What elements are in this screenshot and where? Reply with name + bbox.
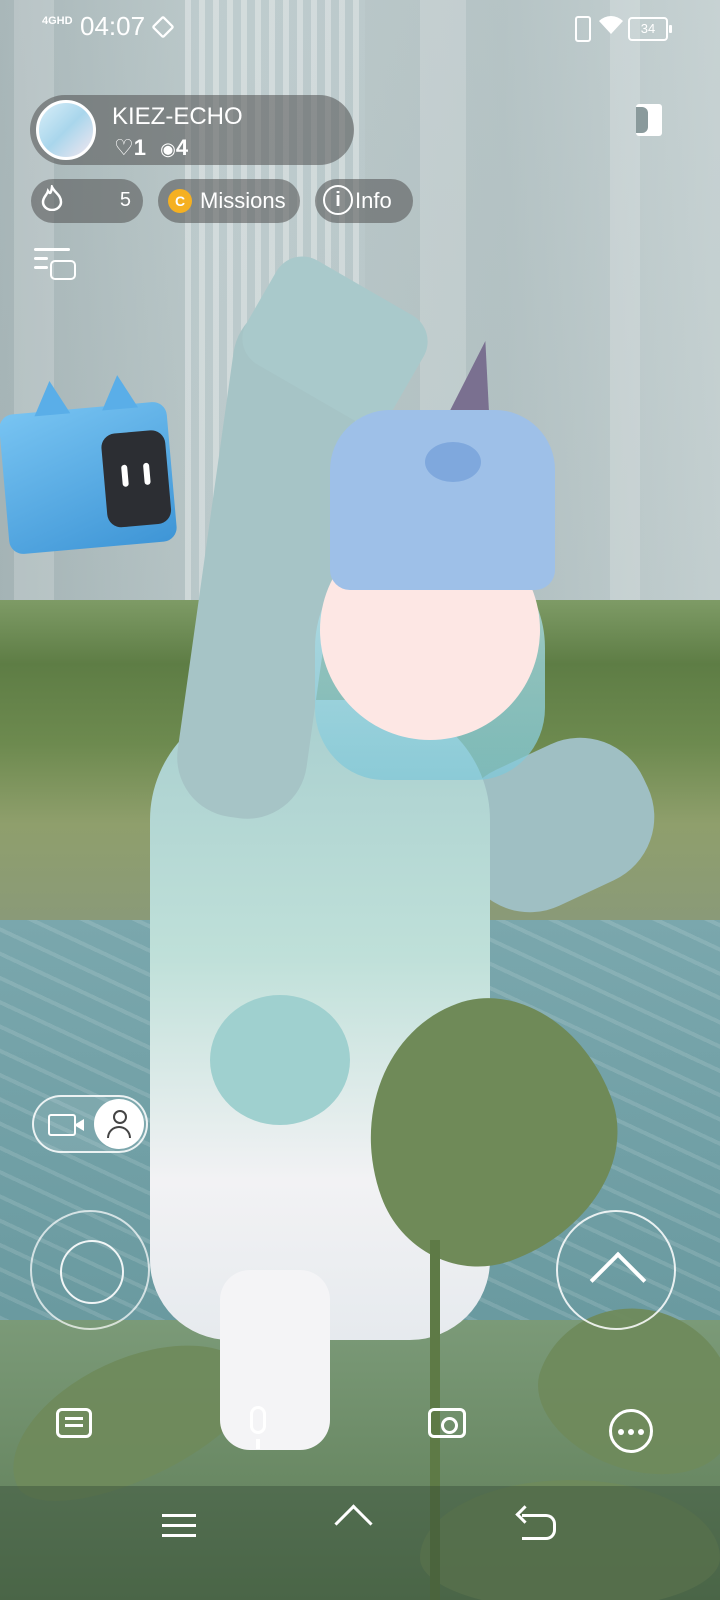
character-legs bbox=[220, 1270, 330, 1450]
cube-eye bbox=[142, 462, 151, 486]
person-body bbox=[107, 1126, 131, 1138]
menu-icon[interactable] bbox=[162, 1514, 196, 1538]
location-icon bbox=[151, 15, 175, 39]
line bbox=[34, 266, 48, 269]
home-icon[interactable] bbox=[336, 1510, 370, 1540]
coin-icon: C bbox=[168, 189, 192, 213]
info-icon: i bbox=[323, 185, 353, 215]
character-hat bbox=[330, 410, 555, 590]
video-camera-icon[interactable] bbox=[48, 1114, 84, 1136]
heart-icon: ♡ bbox=[114, 135, 134, 160]
joystick-knob[interactable] bbox=[60, 1240, 124, 1304]
bubble bbox=[50, 260, 76, 280]
exit-room-icon[interactable] bbox=[636, 104, 662, 136]
vibrate-icon bbox=[575, 16, 591, 42]
person-icon[interactable] bbox=[94, 1099, 144, 1149]
cube-eye bbox=[120, 464, 129, 487]
cube-face bbox=[100, 429, 173, 529]
avatar[interactable] bbox=[36, 100, 96, 160]
wifi-icon bbox=[598, 14, 624, 42]
status-time: 04:07 bbox=[80, 11, 146, 41]
line bbox=[162, 1524, 196, 1527]
more-icon[interactable] bbox=[609, 1409, 653, 1453]
back-icon[interactable] bbox=[522, 1514, 556, 1540]
game-scene-background bbox=[0, 0, 720, 1600]
line bbox=[34, 248, 70, 251]
fire-counter-chip[interactable]: 5 bbox=[31, 179, 143, 223]
system-navigation-bar bbox=[0, 1486, 720, 1600]
room-username: KIEZ-ECHO bbox=[112, 103, 243, 130]
chevron-up-icon bbox=[589, 1251, 647, 1309]
status-bar: 4GHD 04:07 34 bbox=[0, 0, 720, 56]
missions-button[interactable]: C Missions bbox=[158, 179, 300, 223]
microphone-icon[interactable] bbox=[250, 1406, 266, 1449]
camera-icon[interactable] bbox=[428, 1408, 466, 1438]
fire-count: 5 bbox=[119, 189, 131, 211]
network-indicator: 4GHD bbox=[42, 15, 73, 27]
camera-mode-toggle[interactable] bbox=[32, 1095, 148, 1153]
chat-icon[interactable] bbox=[56, 1408, 92, 1438]
line bbox=[34, 257, 48, 260]
fire-icon bbox=[41, 182, 63, 218]
movement-joystick[interactable] bbox=[30, 1210, 150, 1330]
cube-ear bbox=[99, 373, 139, 411]
likes-count: 1 bbox=[133, 135, 146, 160]
dot bbox=[628, 1429, 634, 1435]
line bbox=[162, 1534, 196, 1537]
battery-icon: 34 bbox=[628, 17, 672, 41]
character-hat-heart bbox=[425, 442, 481, 482]
cube-ear bbox=[31, 379, 71, 417]
line bbox=[162, 1514, 196, 1517]
jump-button[interactable] bbox=[556, 1210, 676, 1330]
room-stats: ♡1 ◉4 bbox=[114, 135, 188, 161]
dot bbox=[618, 1429, 624, 1435]
chat-log-icon[interactable] bbox=[34, 248, 76, 280]
person-head bbox=[113, 1110, 127, 1124]
character-heart-patch bbox=[210, 995, 350, 1125]
views-count: 4 bbox=[175, 135, 189, 160]
cube-mascot-icon[interactable] bbox=[0, 373, 178, 556]
info-button[interactable]: i Info bbox=[315, 179, 413, 223]
room-profile-card[interactable]: KIEZ-ECHO ♡1 ◉4 bbox=[30, 95, 354, 165]
missions-label: Missions bbox=[200, 188, 286, 213]
eye-icon: ◉ bbox=[160, 139, 176, 159]
pillar bbox=[610, 0, 640, 610]
info-label: Info bbox=[355, 188, 392, 213]
dot bbox=[638, 1429, 644, 1435]
